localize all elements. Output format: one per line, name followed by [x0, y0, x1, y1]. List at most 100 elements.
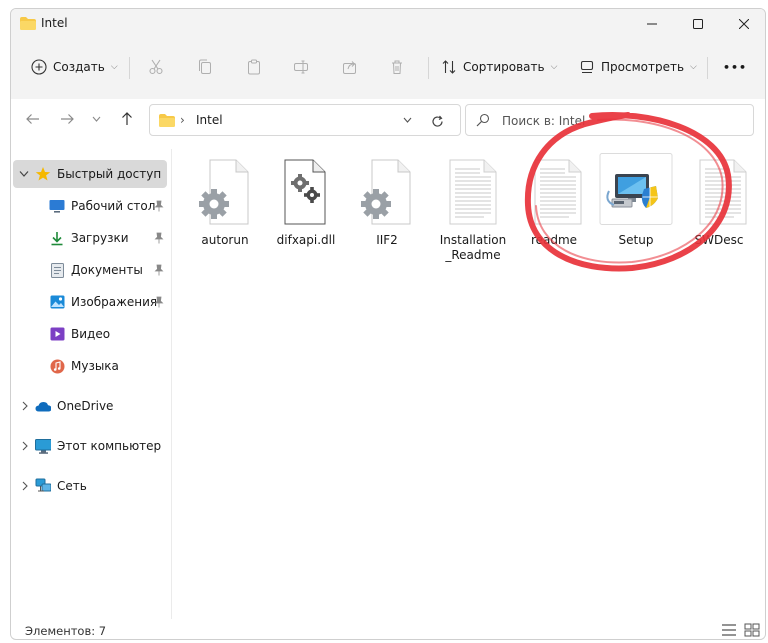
minimize-button[interactable]	[629, 9, 675, 39]
sort-icon	[442, 60, 456, 74]
chevron-right-icon	[22, 401, 28, 411]
more-options-button[interactable]: •••	[723, 51, 747, 83]
pin-icon[interactable]	[154, 200, 164, 212]
copy-button[interactable]	[197, 51, 213, 83]
navigation-pane: Быстрый доступ Рабочий стол Загрузки Док…	[11, 149, 171, 619]
trash-icon	[392, 60, 402, 74]
window-title: Intel	[41, 16, 68, 30]
downloads-icon	[49, 230, 65, 246]
folder-icon	[20, 17, 36, 30]
sort-button[interactable]: Сортировать ⌵	[441, 51, 557, 83]
sidebar-item-onedrive[interactable]: OneDrive	[21, 392, 113, 420]
view-button[interactable]: Просмотреть ⌵	[579, 51, 697, 83]
create-label: Создать	[53, 60, 105, 74]
file-item[interactable]: readme	[516, 157, 592, 248]
status-item-count: Элементов: 7	[25, 624, 107, 638]
file-name: difxapi.dll	[276, 233, 336, 247]
rename-button[interactable]	[293, 51, 309, 83]
refresh-icon	[431, 115, 443, 127]
sidebar-item-documents[interactable]: Документы	[49, 256, 143, 284]
sidebar-item-videos[interactable]: Видео	[49, 320, 110, 348]
maximize-button[interactable]	[675, 9, 721, 39]
copy-icon	[199, 59, 211, 74]
sidebar-item-quick-access[interactable]: Быстрый доступ	[13, 160, 167, 188]
chevron-down-icon	[92, 116, 100, 122]
create-new-button[interactable]: Создать ⌵	[31, 51, 118, 83]
sidebar-item-label: Документы	[71, 263, 143, 277]
address-history-button[interactable]	[397, 111, 417, 129]
file-item[interactable]: Setup	[598, 153, 674, 248]
sidebar-item-label: Этот компьютер	[57, 439, 162, 453]
close-icon	[739, 19, 749, 29]
view-icon	[580, 60, 594, 74]
arrow-up-icon	[122, 112, 132, 125]
sidebar-item-desktop[interactable]: Рабочий стол	[49, 192, 155, 220]
delete-button[interactable]	[389, 51, 405, 83]
sidebar-item-this-pc[interactable]: Этот компьютер	[21, 432, 161, 460]
back-button[interactable]	[21, 107, 45, 131]
text-file-icon	[690, 157, 748, 227]
up-button[interactable]	[115, 107, 139, 131]
star-icon	[35, 166, 51, 182]
file-item[interactable]: IIF2	[349, 157, 425, 248]
share-button[interactable]	[342, 51, 358, 83]
sidebar-item-label: Сеть	[57, 479, 87, 493]
breadcrumb-chevron-icon: ›	[180, 113, 185, 127]
sidebar-item-label: Изображения	[71, 295, 158, 309]
pane-divider[interactable]	[171, 149, 172, 619]
maximize-icon	[693, 19, 703, 29]
pictures-icon	[49, 294, 65, 310]
details-view-icon[interactable]	[721, 623, 737, 637]
sidebar-item-label: Загрузки	[71, 231, 129, 245]
settings-file-icon	[358, 157, 416, 227]
documents-icon	[49, 262, 65, 278]
arrow-left-icon	[26, 114, 39, 124]
folder-icon	[159, 114, 175, 127]
large-icons-view-icon[interactable]	[744, 623, 760, 637]
arrow-right-icon	[61, 114, 74, 124]
toolbar-divider	[428, 57, 429, 79]
sidebar-item-label: Быстрый доступ	[57, 167, 162, 181]
file-name: autorun	[201, 233, 249, 247]
breadcrumb-segment[interactable]: Intel	[196, 113, 223, 127]
file-item[interactable]: autorun	[187, 157, 263, 248]
paste-button[interactable]	[246, 51, 262, 83]
chevron-down-icon: ⌵	[690, 62, 697, 72]
sort-label: Сортировать	[463, 60, 545, 74]
cut-button[interactable]	[148, 51, 164, 83]
sidebar-item-pictures[interactable]: Изображения	[49, 288, 157, 316]
setup-exe-icon	[599, 153, 673, 227]
file-name: Setup	[618, 233, 654, 247]
computer-icon	[35, 438, 51, 454]
file-item[interactable]: difxapi.dll	[268, 157, 344, 248]
close-button[interactable]	[721, 9, 765, 39]
sidebar-item-label: Рабочий стол	[71, 199, 156, 213]
text-file-icon	[444, 157, 502, 227]
recent-locations-button[interactable]	[87, 107, 105, 131]
pin-icon[interactable]	[154, 264, 164, 276]
title-bar[interactable]: Intel	[11, 9, 765, 39]
search-input[interactable]	[502, 111, 742, 131]
refresh-button[interactable]	[426, 111, 448, 131]
pin-icon[interactable]	[154, 296, 164, 308]
chevron-down-icon: ⌵	[550, 62, 558, 72]
file-name: readme	[530, 233, 578, 247]
chevron-down-icon	[403, 117, 411, 123]
sidebar-item-music[interactable]: Музыка	[49, 352, 119, 380]
command-bar: Создать ⌵ Сортировать ⌵ Просмотреть ⌵ ••…	[11, 47, 765, 87]
file-name: SWDesc	[694, 233, 744, 247]
dll-file-icon	[277, 157, 335, 227]
search-box[interactable]	[465, 104, 754, 136]
forward-button[interactable]	[55, 107, 79, 131]
music-icon	[49, 358, 65, 374]
sidebar-item-downloads[interactable]: Загрузки	[49, 224, 129, 252]
plus-circle-icon	[31, 59, 47, 75]
sidebar-item-label: Видео	[71, 327, 111, 341]
file-item[interactable]: SWDesc	[681, 157, 757, 248]
desktop-icon	[49, 198, 65, 214]
file-item[interactable]: Installation_Readme	[432, 157, 514, 263]
network-icon	[35, 478, 51, 494]
sidebar-item-network[interactable]: Сеть	[21, 472, 87, 500]
address-bar[interactable]: › Intel	[149, 104, 461, 136]
pin-icon[interactable]	[154, 232, 164, 244]
